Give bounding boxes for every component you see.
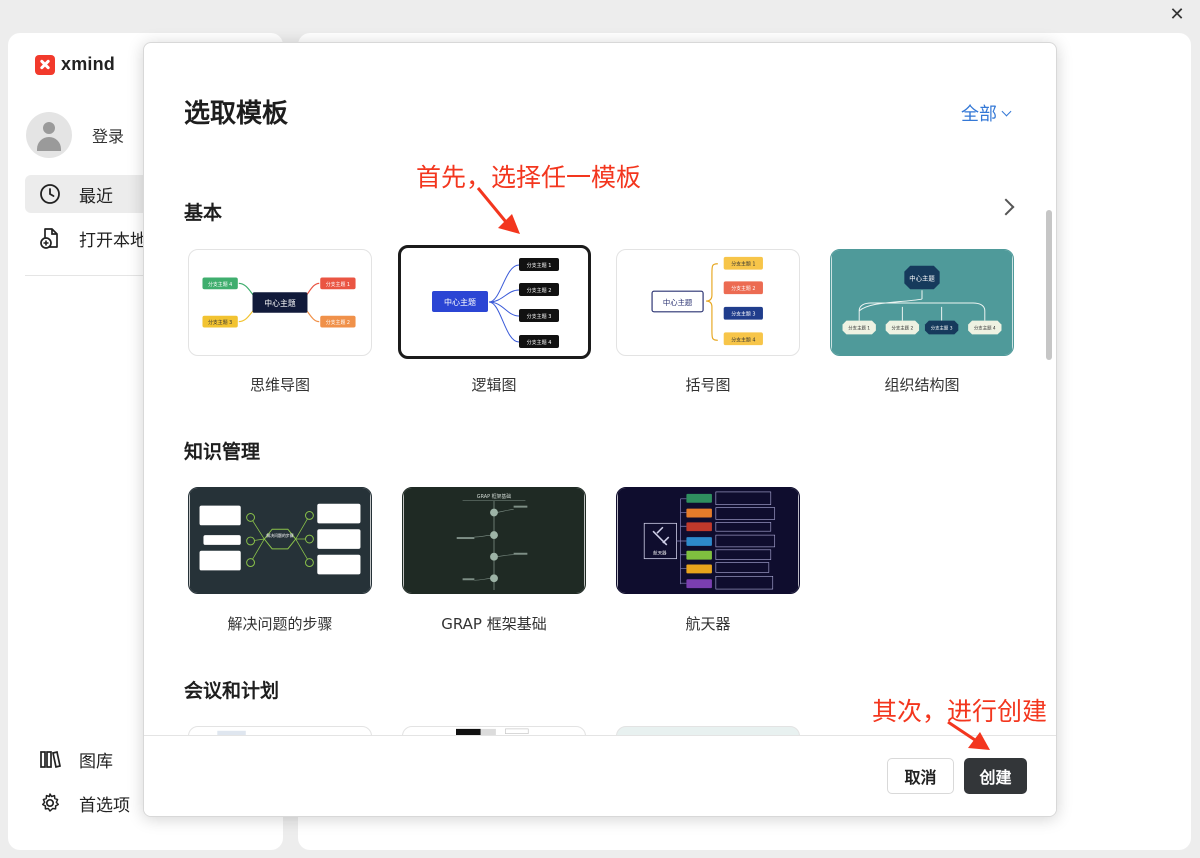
section-title-meetings: 会议和计划 (184, 680, 280, 702)
cancel-button[interactable]: 取消 (887, 758, 954, 794)
thumb-branch: 分支主题 3 (527, 313, 552, 320)
dialog-scrollbar[interactable] (1046, 210, 1052, 360)
thumb-branch: 分支主题 1 (731, 261, 755, 268)
template-card-spacecraft[interactable]: 航天器 (616, 487, 800, 594)
thumb-branch: 分支主题 2 (326, 319, 350, 326)
template-card-grap[interactable]: GRAP 框架基础 (402, 487, 586, 594)
logo-text: xmind (61, 54, 116, 74)
thumb-central-topic: 航天器 (653, 550, 667, 557)
chevron-down-icon (1001, 106, 1012, 116)
template-label: 航天器 (685, 615, 731, 633)
thumb-central-topic: 中心主题 (663, 298, 693, 307)
thumb-central-topic: 中心主题 (909, 273, 935, 282)
sidebar-item-label: 打开本地 (79, 230, 147, 251)
app-logo: xmind (35, 54, 115, 75)
template-label: 组织结构图 (884, 376, 960, 394)
template-label: 括号图 (685, 376, 731, 394)
footer-divider (144, 735, 1056, 736)
thumb-branch: 分支主题 4 (731, 336, 755, 343)
xmind-logo-icon (35, 54, 55, 75)
thumb-branch: 分支主题 3 (731, 311, 755, 318)
template-card-brace-map[interactable]: 中心主题 分支主题 1 分支主题 2 分支主题 3 分支主题 4 (616, 249, 800, 356)
template-card-org-chart[interactable]: 中心主题 分支主题 1 分支主题 2 分支主题 3 分支主题 4 (830, 249, 1014, 356)
dialog-title: 选取模板 (184, 99, 289, 129)
thumb-branch: 分支主题 4 (527, 339, 552, 346)
thumb-branch: 分支主题 1 (527, 262, 552, 269)
template-label: 逻辑图 (471, 376, 517, 394)
thumb-branch: 分支主题 2 (527, 287, 552, 294)
thumb-branch: 分支主题 1 (326, 281, 350, 288)
library-icon (39, 748, 61, 770)
template-card-problem-solving[interactable]: 解决问题的步骤 (188, 487, 372, 594)
chevron-right-icon[interactable] (997, 198, 1015, 216)
login-label: 登录 (92, 127, 125, 146)
thumb-branch: 分支主题 1 (848, 324, 870, 331)
filter-label: 全部 (961, 104, 997, 125)
template-label: 思维导图 (249, 376, 310, 394)
sidebar-item-label: 首选项 (79, 795, 130, 816)
thumb-central-topic: 解决问题的步骤 (266, 533, 293, 538)
thumb-branch: 分支主题 3 (208, 319, 232, 326)
template-card-logic-chart[interactable]: 中心主题 分支主题 1 分支主题 2 分支主题 3 分支主题 4 (398, 245, 591, 359)
gear-icon (39, 792, 61, 814)
thumb-branch: 分支主题 3 (931, 324, 953, 331)
template-label: 解决问题的步骤 (227, 615, 333, 633)
section-title-knowledge: 知识管理 (184, 441, 261, 463)
login-row[interactable]: 登录 (26, 112, 124, 158)
create-button[interactable]: 创建 (964, 758, 1027, 794)
template-label: GRAP 框架基础 (441, 615, 547, 633)
category-filter-dropdown[interactable]: 全部 (961, 100, 1012, 126)
annotation-second: 其次，进行创建 (872, 697, 1048, 726)
sidebar-item-label: 图库 (79, 751, 113, 772)
file-add-icon (39, 227, 61, 249)
window-close-icon[interactable]: ✕ (1166, 4, 1188, 26)
sidebar-item-label: 最近 (79, 186, 113, 207)
thumb-central-topic: 中心主题 (264, 298, 296, 308)
thumb-branch: 分支主题 4 (974, 324, 996, 331)
annotation-first: 首先，选择任一模板 (416, 163, 642, 192)
thumb-branch: 分支主题 2 (891, 324, 913, 331)
thumb-branch: 分支主题 2 (731, 285, 755, 292)
thumb-central-topic: 中心主题 (444, 297, 476, 307)
thumb-branch: 分支主题 4 (208, 281, 232, 288)
section-title-basic: 基本 (184, 202, 223, 224)
avatar (26, 112, 72, 158)
clock-icon (39, 183, 61, 205)
template-card-mind-map[interactable]: 中心主题 分支主题 4 分支主题 3 分支主题 1 分支主题 2 (188, 249, 372, 356)
thumb-title: GRAP 框架基础 (477, 493, 512, 500)
